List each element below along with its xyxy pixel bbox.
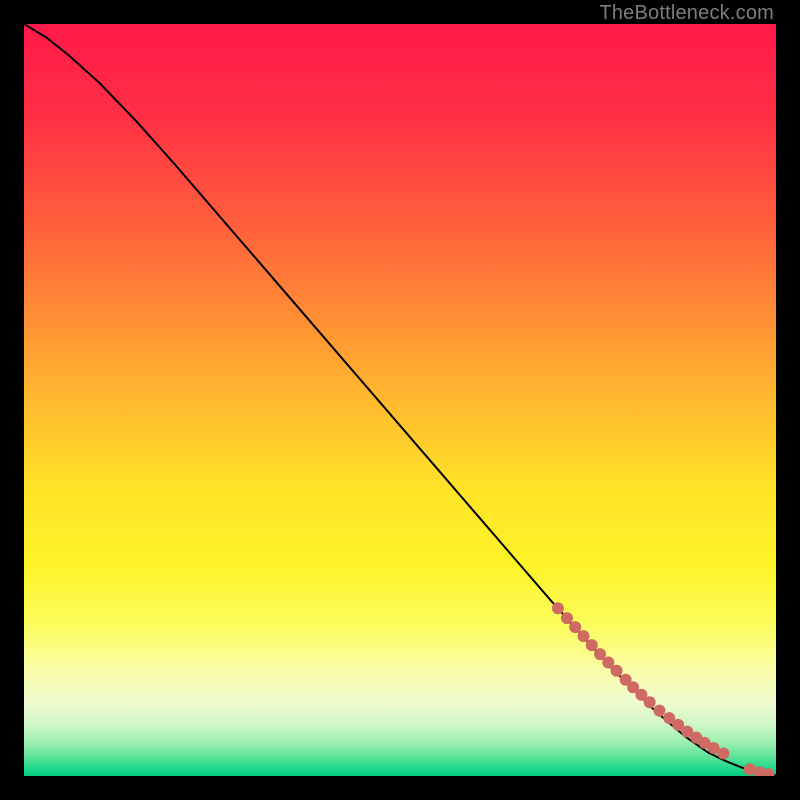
chart-frame [24,24,776,776]
highlight-point [653,705,665,717]
highlight-point [717,747,729,759]
chart-plot-area [24,24,776,776]
highlight-point [577,630,589,642]
highlight-point [561,612,573,624]
highlight-point [611,665,623,677]
highlight-point [586,639,598,651]
highlight-point [644,696,656,708]
gradient-background [24,24,776,776]
watermark-label: TheBottleneck.com [599,2,774,25]
highlight-point [569,621,581,633]
highlight-point [552,602,564,614]
